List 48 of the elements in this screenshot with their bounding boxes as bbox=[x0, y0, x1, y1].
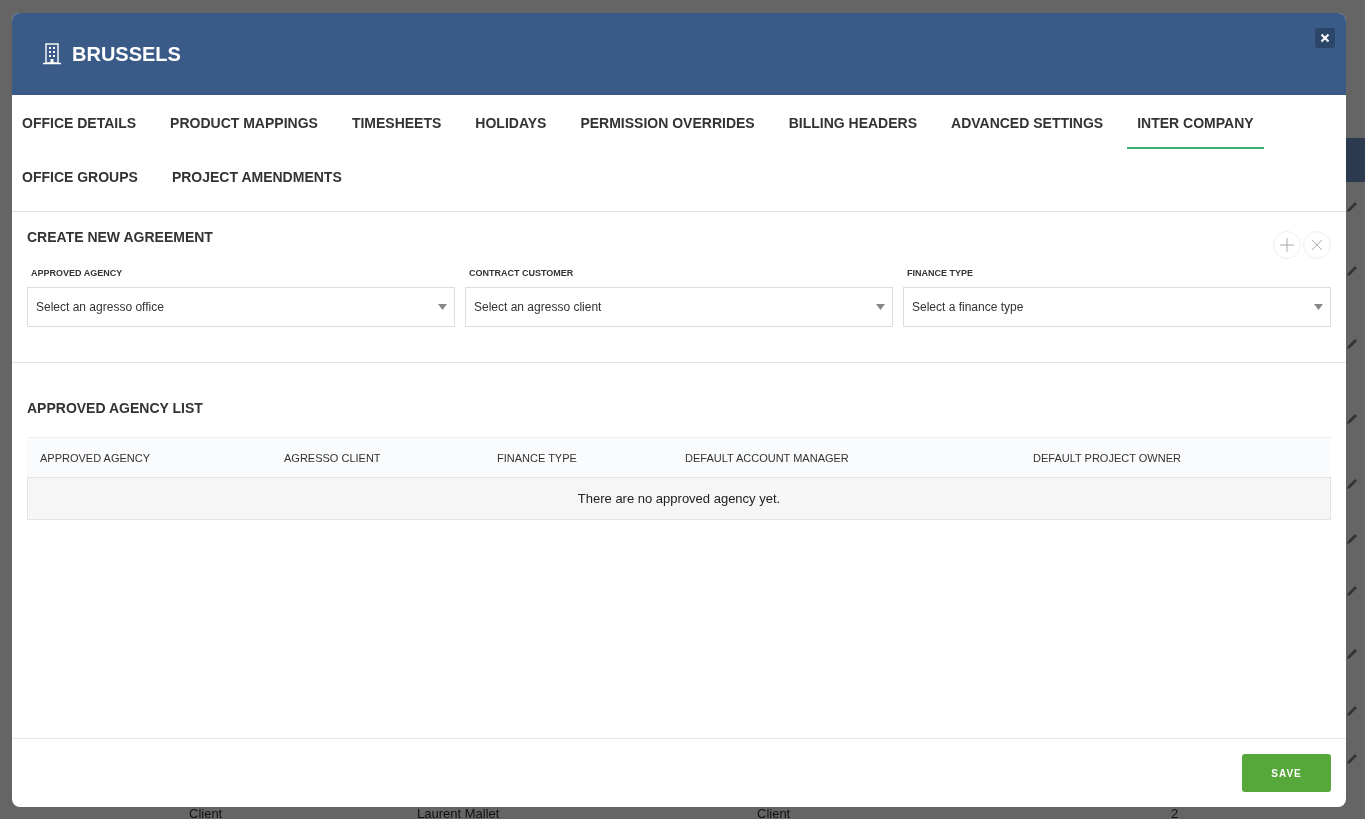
pencil-icon[interactable] bbox=[1346, 265, 1358, 277]
pencil-icon[interactable] bbox=[1346, 478, 1358, 490]
close-button[interactable] bbox=[1315, 28, 1335, 48]
add-button[interactable] bbox=[1273, 231, 1301, 259]
select-field[interactable]: Select a finance type bbox=[903, 287, 1331, 327]
section-title: APPROVED AGENCY LIST bbox=[27, 400, 204, 416]
close-icon bbox=[1311, 239, 1323, 251]
dialog-title: BRUSSELS bbox=[72, 42, 181, 66]
caret-icon bbox=[876, 304, 885, 310]
pencil-icon[interactable] bbox=[1346, 585, 1358, 597]
tab[interactable]: OFFICE GROUPS bbox=[12, 152, 148, 203]
close-icon bbox=[1320, 33, 1330, 43]
tab[interactable]: OFFICE DETAILS bbox=[12, 98, 147, 149]
column-header: FINANCE TYPE bbox=[497, 451, 578, 464]
field-label: FINANCE TYPE bbox=[907, 268, 974, 278]
section-title: CREATE NEW AGREEMENT bbox=[27, 229, 213, 245]
tab[interactable]: ADVANCED SETTINGS bbox=[941, 98, 1114, 149]
pencil-icon[interactable] bbox=[1346, 201, 1358, 213]
empty-message: There are no approved agency yet. bbox=[577, 491, 781, 506]
select-field[interactable]: Select an agresso client bbox=[465, 287, 893, 327]
select-field[interactable]: Select an agresso office bbox=[27, 287, 455, 327]
pencil-icon[interactable] bbox=[1346, 753, 1358, 765]
tab[interactable]: TIMESHEETS bbox=[341, 98, 452, 149]
column-header: APPROVED AGENCY bbox=[40, 451, 152, 464]
tab[interactable]: PROJECT AMENDMENTS bbox=[161, 152, 352, 203]
pencil-icon[interactable] bbox=[1346, 413, 1358, 425]
table-cell: Client bbox=[189, 806, 223, 819]
pencil-icon[interactable] bbox=[1346, 533, 1358, 545]
tab[interactable]: HOLIDAYS bbox=[465, 98, 557, 149]
pencil-icon[interactable] bbox=[1346, 338, 1358, 350]
tab[interactable]: INTER COMPANY bbox=[1127, 98, 1264, 149]
tab[interactable]: PERMISSION OVERRIDES bbox=[570, 98, 765, 149]
table-cell: Client bbox=[757, 806, 791, 819]
building-icon bbox=[42, 43, 62, 65]
column-header: DEFAULT ACCOUNT MANAGER bbox=[685, 451, 850, 464]
table-cell: Laurent Mallet bbox=[417, 806, 500, 819]
tab[interactable]: BILLING HEADERS bbox=[778, 98, 927, 149]
caret-icon bbox=[1314, 304, 1323, 310]
pencil-icon[interactable] bbox=[1346, 648, 1358, 660]
field-label: APPROVED AGENCY bbox=[31, 268, 124, 278]
pencil-icon[interactable] bbox=[1346, 705, 1358, 717]
table-cell: 2 bbox=[1171, 806, 1179, 819]
field-label: CONTRACT CUSTOMER bbox=[469, 268, 575, 278]
column-header: AGRESSO CLIENT bbox=[284, 451, 382, 464]
caret-icon bbox=[438, 304, 447, 310]
tab[interactable]: PRODUCT MAPPINGS bbox=[160, 98, 328, 149]
column-header: DEFAULT PROJECT OWNER bbox=[1033, 451, 1182, 464]
plus-icon bbox=[1279, 237, 1295, 253]
